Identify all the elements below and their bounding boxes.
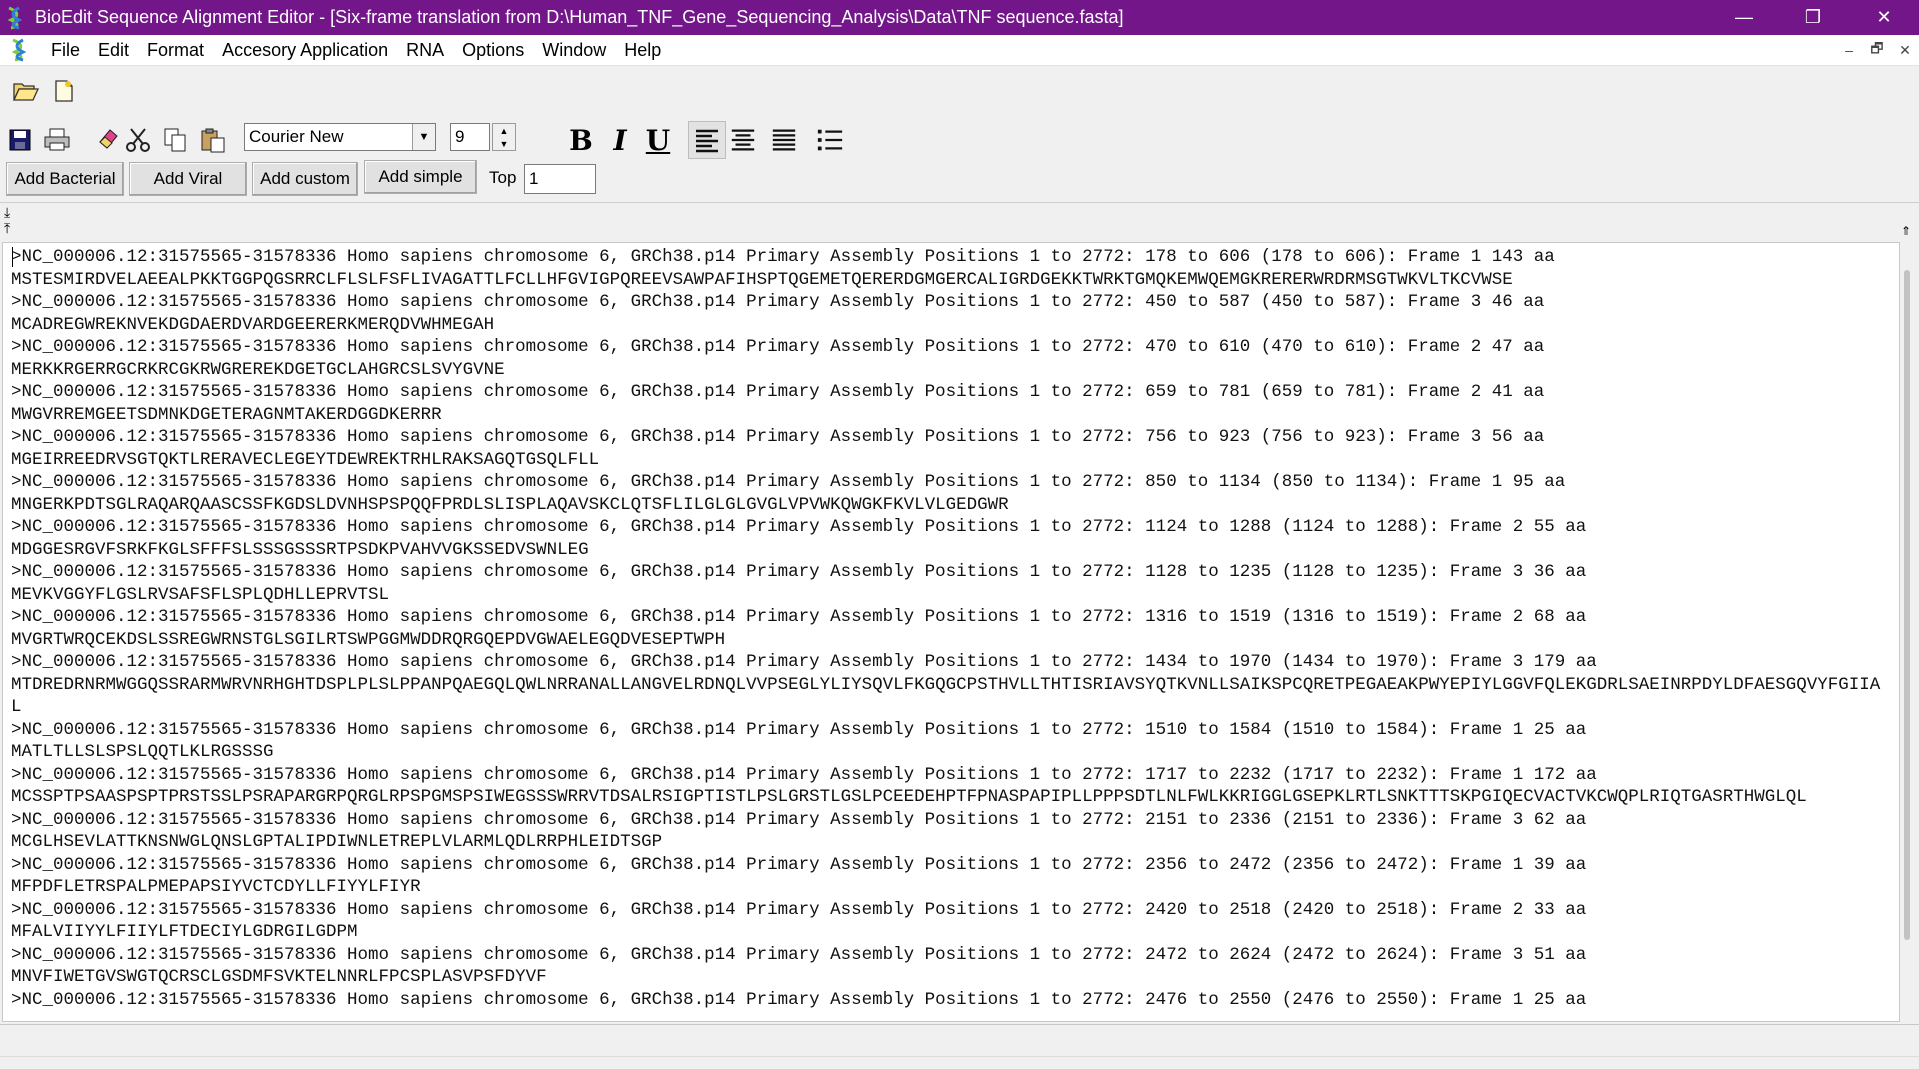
protein-sequence-line: MERKKRGERRGCRKRCGKRWGREREKDGETGCLAHGRCSL… (11, 359, 505, 380)
protein-sequence-line: MCGLHSEVLATTKNSNWGLQNSLGPTALIPDIWNLETREP… (11, 832, 663, 852)
menu-bar: File Edit Format Accesory Application RN… (0, 35, 1919, 66)
menu-file[interactable]: File (42, 40, 89, 61)
fasta-header-line: >NC_000006.12:31575565-31578336 Homo sap… (11, 944, 1587, 965)
fasta-header-line: >NC_000006.12:31575565-31578336 Homo sap… (11, 719, 1587, 740)
split-down-arrow-icon[interactable]: ⤓ (4, 205, 10, 219)
menu-window[interactable]: Window (533, 40, 615, 61)
menu-format[interactable]: Format (138, 40, 213, 61)
protein-sequence-line: MGEIRREEDRVSGTQKTLRERAVECLEGEYTDEWREKTRH… (11, 449, 600, 470)
protein-sequence-line: MNVFIWETGVSWGTQCRSCLGSDMFSVKTELNNRLFPCSP… (11, 967, 547, 987)
font-size-stepper[interactable]: ▲ ▼ (492, 123, 516, 151)
align-center-icon[interactable] (729, 126, 757, 154)
fasta-header-line: >NC_000006.12:31575565-31578336 Homo sap… (11, 652, 1597, 672)
document-icon[interactable] (10, 38, 34, 62)
scrollbar-thumb[interactable] (1904, 270, 1910, 940)
fasta-header-line: >NC_000006.12:31575565-31578336 Homo sap… (11, 517, 1587, 537)
protein-sequence-line: MEVKVGGYFLGSLRVSAFSFLSPLQDHLLEPRVTSL (11, 584, 390, 605)
fasta-header-line: >NC_000006.12:31575565-31578336 Homo sap… (11, 854, 1587, 875)
fasta-header-line: >NC_000006.12:31575565-31578336 Homo sap… (11, 809, 1587, 830)
mdi-restore-button[interactable]: 🗗 (1863, 38, 1891, 62)
bottom-border (0, 1056, 1919, 1069)
menu-options[interactable]: Options (453, 40, 533, 61)
protein-sequence-line: MTDREDRNRMWGGQSSRARMWRVNRHGHTDSPLPLSLPPA… (11, 674, 1881, 695)
mdi-close-button[interactable]: ✕ (1891, 42, 1919, 59)
menu-help[interactable]: Help (615, 40, 670, 61)
add-custom-button[interactable]: Add custom (252, 162, 358, 196)
minimize-button[interactable]: — (1715, 0, 1773, 35)
top-input[interactable]: 1 (524, 164, 596, 194)
restore-button[interactable]: ❐ (1784, 0, 1842, 35)
window-title: BioEdit Sequence Alignment Editor - [Six… (35, 7, 1124, 27)
fasta-header-line: >NC_000006.12:31575565-31578336 Homo sap… (11, 337, 1545, 357)
mdi-controls: – 🗗 ✕ (1835, 35, 1919, 65)
minimize-icon: — (1735, 7, 1753, 27)
menu-edit[interactable]: Edit (89, 40, 138, 61)
protein-sequence-line: MCSSPTPSAASPSPTPRSTSSLPSRAPARGRPQRGLRPSP… (11, 787, 1807, 807)
scroll-top-icon[interactable]: ⇑ (1901, 225, 1911, 237)
protein-sequence-line: MATLTLLSLSPSLQQTLKLRGSSSG (11, 742, 274, 762)
protein-sequence-line: MDGGESRGVFSRKFKGLSFFFSLSSSGSSSRTPSDKPVAH… (11, 539, 589, 560)
font-name-value: Courier New (249, 127, 344, 146)
folder-open-icon[interactable] (12, 77, 40, 105)
add-simple-button[interactable]: Add simple (364, 160, 477, 194)
status-bar (0, 1024, 1919, 1057)
underline-button[interactable]: U (641, 123, 675, 157)
protein-sequence-line: MFPDFLETRSPALPMEPAPSIYVCTCDYLLFIYYLFIYR (11, 877, 421, 897)
align-justify-icon[interactable] (770, 126, 798, 154)
bioedit-logo-icon (7, 6, 23, 29)
protein-sequence-line: MWGVRREMGEETSDMNKDGETERAGNMTAKERDGGDKERR… (11, 404, 442, 425)
add-bacterial-button[interactable]: Add Bacterial (6, 162, 124, 196)
protein-sequence-line: MFALVIIYYLFIIYLFTDECIYLGDRGILGDPM (11, 922, 358, 942)
fasta-header-line: >NC_000006.12:31575565-31578336 Homo sap… (11, 764, 1597, 785)
chevron-up-icon[interactable]: ▲ (500, 126, 509, 136)
font-size-input[interactable]: 9 (450, 123, 490, 151)
title-bar: BioEdit Sequence Alignment Editor - [Six… (0, 0, 1919, 35)
fasta-header-line: >NC_000006.12:31575565-31578336 Homo sap… (11, 292, 1545, 312)
menu-accesory-application[interactable]: Accesory Application (213, 40, 397, 61)
close-icon: ✕ (1876, 7, 1892, 27)
protein-sequence-line: MCADREGWREKNVEKDGDAERDVARDGEERERKMERQDVW… (11, 314, 495, 335)
menu-rna[interactable]: RNA (397, 40, 453, 61)
mdi-minimize-button[interactable]: – (1835, 42, 1863, 58)
eraser-icon[interactable] (94, 124, 122, 152)
protein-sequence-line: L (11, 697, 22, 717)
fasta-header-line: >NC_000006.12:31575565-31578336 Homo sap… (11, 989, 1587, 1010)
fasta-header-line: >NC_000006.12:31575565-31578336 Homo sap… (11, 562, 1587, 582)
fasta-header-line: >NC_000006.12:31575565-31578336 Homo sap… (11, 607, 1587, 627)
vertical-scrollbar[interactable] (1900, 242, 1918, 1022)
top-label: Top (489, 168, 517, 187)
new-document-icon[interactable] (50, 77, 78, 105)
restore-icon: ❐ (1804, 7, 1822, 27)
main-toolbar (0, 66, 1919, 116)
scissors-icon[interactable] (124, 126, 152, 154)
font-name-select[interactable]: Courier New ▼ (244, 123, 436, 151)
fasta-header-line: >NC_000006.12:31575565-31578336 Homo sap… (11, 247, 1555, 267)
add-viral-button[interactable]: Add Viral (129, 162, 247, 196)
align-left-button[interactable] (688, 121, 726, 159)
bullet-list-icon[interactable] (816, 126, 844, 154)
align-left-icon (696, 129, 718, 153)
protein-sequence-line: MSTESMIRDVELAEEALPKKTGGPQGSRRCLFLSLFSFLI… (11, 269, 1513, 290)
protein-sequence-line: MNGERKPDTSGLRAQARQAASCSSFKGDSLDVNHSPSPQQ… (11, 494, 1009, 515)
bold-button[interactable]: B (564, 123, 598, 157)
print-icon[interactable] (43, 126, 71, 154)
close-button[interactable]: ✕ (1855, 0, 1913, 35)
chevron-down-icon[interactable]: ▼ (412, 124, 435, 150)
save-icon[interactable] (6, 126, 34, 154)
fasta-header-line: >NC_000006.12:31575565-31578336 Homo sap… (11, 427, 1545, 447)
fasta-header-line: >NC_000006.12:31575565-31578336 Homo sap… (11, 382, 1545, 402)
protein-sequence-line: MVGRTWRQCEKDSLSSREGWRNSTGLSGILRTSWPGGMWD… (11, 629, 726, 650)
split-up-arrow-icon[interactable]: ⤒ (4, 221, 10, 235)
paste-icon[interactable] (199, 126, 227, 154)
fasta-header-line: >NC_000006.12:31575565-31578336 Homo sap… (11, 899, 1587, 920)
sequence-text-editor[interactable]: >NC_000006.12:31575565-31578336 Homo sap… (2, 242, 1900, 1022)
pane-splitter: ⤓ ⤒ ⇑ (0, 202, 1919, 240)
fasta-header-line: >NC_000006.12:31575565-31578336 Homo sap… (11, 472, 1566, 492)
copy-icon[interactable] (161, 126, 189, 154)
chevron-down-icon[interactable]: ▼ (500, 139, 509, 149)
sequence-text: >NC_000006.12:31575565-31578336 Homo sap… (11, 246, 1891, 1011)
italic-button[interactable]: I (603, 123, 637, 157)
